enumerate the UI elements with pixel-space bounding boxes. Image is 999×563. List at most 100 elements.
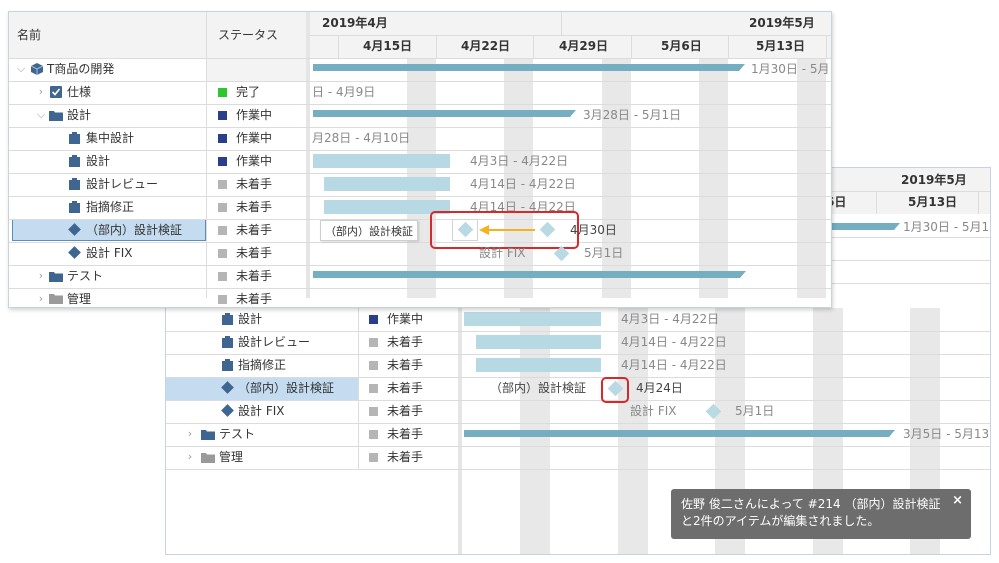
- summary-bar[interactable]: [313, 64, 745, 71]
- task-bar[interactable]: [324, 177, 450, 191]
- column-header-name[interactable]: 名前: [17, 24, 41, 46]
- row-name: 設計: [238, 312, 263, 326]
- row-name: 設計レビュー: [238, 335, 311, 349]
- column-header-status[interactable]: ステータス: [218, 24, 278, 46]
- week-label: 4月29日: [559, 39, 609, 53]
- folder-icon: [49, 272, 63, 282]
- milestone-left-label: 設計 FIX: [630, 404, 677, 418]
- bar-label: 4月14日 - 4月22日: [621, 358, 727, 372]
- task-icon: [222, 359, 233, 371]
- arrow-left-icon: [479, 225, 535, 235]
- task-icon: [222, 336, 233, 348]
- bar-label: 日 - 4月9日: [312, 85, 376, 99]
- milestone-icon: [221, 404, 234, 417]
- task-icon: [69, 178, 80, 190]
- bar-label: 3月28日 - 5月1日: [583, 108, 682, 122]
- status-square-icon: [218, 180, 227, 189]
- cube-icon: [31, 63, 43, 75]
- row-name: 設計: [67, 108, 92, 122]
- row-status: 未着手: [387, 450, 424, 464]
- chevron-right-icon[interactable]: ›: [35, 81, 47, 103]
- status-square-icon: [218, 226, 227, 235]
- chevron-down-icon[interactable]: ⌵: [15, 58, 27, 80]
- row-status: 未着手: [236, 200, 273, 214]
- status-square-icon: [369, 361, 378, 370]
- bar-label: 4月24日: [636, 381, 683, 395]
- task-icon: [222, 313, 233, 325]
- row-name: 設計 FIX: [86, 246, 133, 260]
- row-name: 指摘修正: [238, 358, 287, 372]
- status-square-icon: [218, 88, 227, 97]
- row-name: 指摘修正: [86, 200, 135, 214]
- status-square-icon: [369, 407, 378, 416]
- row-name: T商品の開発: [47, 62, 115, 76]
- row-status: 未着手: [236, 269, 273, 283]
- bar-label: 4月3日 - 4月22日: [621, 312, 720, 326]
- month-label: 2019年4月: [322, 16, 388, 30]
- task-icon: [69, 201, 80, 213]
- row-name: 設計: [86, 154, 111, 168]
- gantt-window-front: 名前 ステータス 2019年4月 2019年5月 4月15日 4月22日 4月2…: [8, 11, 832, 308]
- status-square-icon: [218, 203, 227, 212]
- folder-icon: [49, 294, 63, 304]
- row-name: （部内）設計検証: [238, 381, 335, 395]
- chevron-right-icon[interactable]: ›: [184, 423, 196, 445]
- status-square-icon: [218, 111, 227, 120]
- summary-bar[interactable]: [313, 271, 746, 278]
- status-square-icon: [369, 453, 378, 462]
- row-status: 未着手: [387, 358, 424, 372]
- status-square-icon: [369, 384, 378, 393]
- notification-toast: 佐野 俊二さんによって #214 （部内）設計検証 と2件のアイテムが編集されま…: [671, 489, 971, 539]
- milestone-icon: [68, 246, 81, 259]
- month-label: 2019年5月: [901, 173, 967, 187]
- chevron-right-icon[interactable]: ›: [35, 265, 47, 287]
- folder-icon: [201, 430, 215, 440]
- chevron-right-icon[interactable]: ›: [184, 446, 196, 468]
- folder-icon: [201, 453, 215, 463]
- drag-tooltip: （部内）設計検証: [320, 220, 418, 241]
- row-status: 未着手: [236, 246, 273, 260]
- row-status: 未着手: [387, 427, 424, 441]
- summary-bar[interactable]: [464, 430, 895, 437]
- task-bar[interactable]: [464, 312, 601, 326]
- status-square-icon: [218, 272, 227, 281]
- status-square-icon: [369, 338, 378, 347]
- status-square-icon: [218, 134, 227, 143]
- week-label: 5月13日: [908, 195, 958, 209]
- close-icon[interactable]: ×: [952, 492, 963, 509]
- row-name: 設計レビュー: [86, 177, 159, 191]
- summary-bar[interactable]: [826, 223, 900, 230]
- bar-label: 4月30日: [570, 223, 617, 237]
- bar-label: 4月14日 - 4月22日: [621, 335, 727, 349]
- month-label: 2019年5月: [749, 16, 815, 30]
- row-status: 作業中: [387, 312, 424, 326]
- summary-bar[interactable]: [313, 110, 576, 117]
- row-name: 仕様: [67, 85, 92, 99]
- status-square-icon: [369, 315, 378, 324]
- task-bar[interactable]: [476, 358, 601, 372]
- folder-icon: [49, 111, 63, 121]
- row-status: 未着手: [387, 335, 424, 349]
- row-status: 完了: [236, 85, 261, 99]
- bar-label: 4月3日 - 4月22日: [470, 154, 569, 168]
- checkbox-icon: [50, 86, 62, 98]
- row-status: 未着手: [387, 381, 424, 395]
- chevron-right-icon[interactable]: ›: [35, 288, 47, 307]
- row-name: テスト: [67, 269, 104, 283]
- status-square-icon: [218, 295, 227, 304]
- chevron-down-icon[interactable]: ⌵: [35, 104, 47, 126]
- task-icon: [69, 132, 80, 144]
- status-square-icon: [218, 249, 227, 258]
- task-bar[interactable]: [313, 154, 450, 168]
- task-icon: [69, 155, 80, 167]
- row-status: 作業中: [236, 131, 273, 145]
- bar-label: 月28日 - 4月10日: [312, 131, 411, 145]
- row-name: テスト: [219, 427, 256, 441]
- row-name: 管理: [219, 450, 244, 464]
- week-label: 4月22日: [461, 39, 511, 53]
- row-name: 管理: [67, 292, 92, 306]
- status-square-icon: [369, 430, 378, 439]
- milestone-left-label: 設計 FIX: [479, 246, 526, 260]
- bar-label: 3月5日 - 5月13: [903, 427, 990, 441]
- task-bar[interactable]: [476, 335, 601, 349]
